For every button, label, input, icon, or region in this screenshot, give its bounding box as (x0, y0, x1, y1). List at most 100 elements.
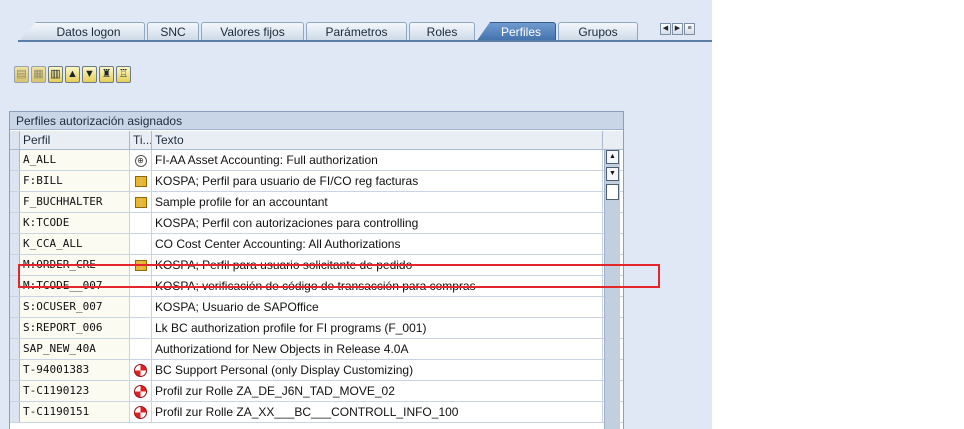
role-icon (134, 385, 147, 399)
tab-grupos[interactable]: Grupos (558, 22, 638, 42)
row-selector[interactable] (10, 276, 20, 296)
tab-snc[interactable]: SNC (147, 22, 199, 42)
row-selector[interactable] (10, 255, 20, 275)
scroll-up-icon[interactable]: ▲ (606, 150, 619, 164)
profiles-panel: Datos logon SNC Valores fijos Parámetros… (0, 0, 712, 429)
cell-perfil[interactable]: M:ORDER_CRE (20, 255, 130, 275)
table-row[interactable]: S:OCUSER_007 KOSPA; Usuario de SAPOffice (10, 297, 623, 318)
profiles-table: Perfiles autorización asignados Perfil T… (9, 111, 624, 429)
cell-perfil[interactable]: M:TCODE__007 (20, 276, 130, 296)
column-header-perfil[interactable]: Perfil (20, 131, 130, 149)
table-row[interactable]: T-94001383 BC Support Personal (only Disp… (10, 360, 623, 381)
row-selector[interactable] (10, 171, 20, 191)
cell-perfil[interactable]: S:OCUSER_007 (20, 297, 130, 317)
cell-perfil[interactable]: A_ALL (20, 150, 130, 170)
cell-tipo (130, 213, 152, 233)
cell-perfil[interactable]: K_CCA_ALL (20, 234, 130, 254)
cell-texto: Authorizationd for New Objects in Releas… (152, 339, 603, 359)
row-selector[interactable] (10, 318, 20, 338)
cell-perfil[interactable]: S:REPORT_006 (20, 318, 130, 338)
filter-icon[interactable]: ▼ (82, 66, 97, 83)
detail-icon[interactable]: ▤ (14, 66, 29, 83)
cell-perfil[interactable]: T-C1190123 (20, 381, 130, 401)
print-icon[interactable]: ▲ (65, 66, 80, 83)
cell-tipo: ⊕ (130, 150, 152, 170)
row-selector[interactable] (10, 213, 20, 233)
table-row[interactable]: T-C1190123 Profil zur Rolle ZA_DE_J6N_TAD… (10, 381, 623, 402)
cell-perfil[interactable]: F:BILL (20, 171, 130, 191)
tab-strip: Datos logon SNC Valores fijos Parámetros… (0, 0, 712, 42)
table-row[interactable]: K_CCA_ALL CO Cost Center Accounting: All … (10, 234, 623, 255)
cell-texto: Sample profile for an accountant (152, 192, 603, 212)
cell-tipo (130, 276, 152, 296)
cell-tipo (130, 360, 152, 380)
cell-perfil[interactable]: T-C1190151 (20, 402, 130, 422)
table-row[interactable]: S:REPORT_006 Lk BC authorization profile … (10, 318, 623, 339)
row-selector[interactable] (10, 339, 20, 359)
profile-book-icon (134, 176, 147, 188)
column-header-texto[interactable]: Texto (152, 131, 603, 149)
table-header: Perfil Ti... Texto (10, 131, 623, 167)
row-selector[interactable] (10, 234, 20, 254)
row-selector[interactable] (10, 150, 20, 170)
row-selector[interactable] (10, 381, 20, 401)
scroll-thumb[interactable] (606, 184, 619, 200)
cell-texto: KOSPA; Perfil para usuario de FI/CO reg … (152, 171, 603, 191)
tab-valores-fijos[interactable]: Valores fijos (201, 22, 304, 42)
find-next-icon[interactable]: ♖ (116, 66, 131, 83)
cell-texto: KOSPA; Usuario de SAPOffice (152, 297, 603, 317)
tab-underline (18, 40, 712, 42)
column-header-tipo[interactable]: Ti... (130, 131, 152, 149)
cell-perfil[interactable]: K:TCODE (20, 213, 130, 233)
table-row[interactable]: A_ALL ⊕ FI-AA Asset Accounting: Full autho… (10, 150, 623, 171)
cell-tipo (130, 339, 152, 359)
cell-texto: KOSPA; Perfil para usuario solicitante d… (152, 255, 603, 275)
row-selector[interactable] (10, 360, 20, 380)
table-row[interactable]: M:TCODE__007 KOSPA; verificación de códig… (10, 276, 623, 297)
cell-perfil[interactable]: T-94001383 (20, 360, 130, 380)
cell-texto: FI-AA Asset Accounting: Full authorizati… (152, 150, 603, 170)
tab-list-icon[interactable]: ≡ (684, 23, 695, 35)
cell-texto: CO Cost Center Accounting: All Authoriza… (152, 234, 603, 254)
table-row[interactable]: F:BILL KOSPA; Perfil para usuario de FI/C… (10, 171, 623, 192)
row-selector[interactable] (10, 402, 20, 422)
copy-icon[interactable]: ▦ (31, 66, 46, 83)
cell-tipo (130, 192, 152, 212)
cell-perfil[interactable]: SAP_NEW_40A (20, 339, 130, 359)
sort-icon[interactable]: ▥ (48, 66, 63, 83)
profile-book-icon (134, 260, 147, 272)
scroll-down-icon[interactable]: ▼ (606, 167, 619, 181)
profile-book-icon (134, 197, 147, 209)
find-icon[interactable]: ♜ (99, 66, 114, 83)
table-row[interactable]: M:ORDER_CRE KOSPA; Perfil para usuario so… (10, 255, 623, 276)
cell-texto: BC Support Personal (only Display Custom… (152, 360, 603, 380)
select-all-cell[interactable] (10, 131, 20, 149)
tab-parametros[interactable]: Parámetros (306, 22, 407, 42)
tab-scroll-right-icon[interactable]: ▶ (672, 23, 683, 35)
table-row[interactable]: T-C1190151 Profil zur Rolle ZA_XX___BC___… (10, 402, 623, 423)
table-row[interactable]: K:TCODE KOSPA; Perfil con autorizaciones … (10, 213, 623, 234)
vertical-scrollbar[interactable]: ▲ ▼ (604, 150, 620, 429)
cell-tipo (130, 234, 152, 254)
cell-tipo (130, 171, 152, 191)
cell-tipo (130, 381, 152, 401)
tab-perfiles[interactable]: Perfiles (476, 22, 556, 42)
tab-datos-logon[interactable]: Datos logon (18, 22, 145, 42)
cell-tipo (130, 297, 152, 317)
row-selector[interactable] (10, 297, 20, 317)
cell-tipo (130, 255, 152, 275)
table-title: Perfiles autorización asignados (10, 112, 623, 130)
table-row[interactable]: F_BUCHHALTER Sample profile for an accoun… (10, 192, 623, 213)
cell-tipo (130, 318, 152, 338)
tab-roles[interactable]: Roles (409, 22, 475, 42)
role-icon (134, 364, 147, 378)
row-selector[interactable] (10, 192, 20, 212)
cell-perfil[interactable]: F_BUCHHALTER (20, 192, 130, 212)
table-row[interactable]: SAP_NEW_40A Authorizationd for New Object… (10, 339, 623, 360)
cell-texto: Profil zur Rolle ZA_XX___BC___CONTROLL_I… (152, 402, 603, 422)
tab-scroll-left-icon[interactable]: ◀ (660, 23, 671, 35)
role-icon (134, 406, 147, 420)
cell-texto: Profil zur Rolle ZA_DE_J6N_TAD_MOVE_02 (152, 381, 603, 401)
cell-texto: KOSPA; Perfil con autorizaciones para co… (152, 213, 603, 233)
cell-texto: Lk BC authorization profile for FI progr… (152, 318, 603, 338)
